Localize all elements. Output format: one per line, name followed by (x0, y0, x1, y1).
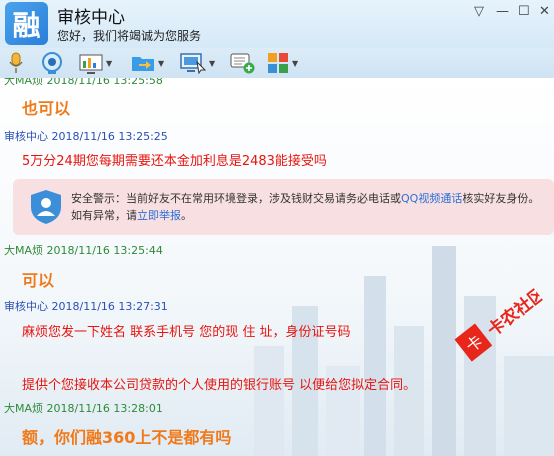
chevron-down-icon[interactable]: ▼ (158, 59, 164, 68)
message-header: 审核中心 2018/11/16 13:27:31 (4, 298, 168, 314)
sender-name: 大MA烦 (4, 244, 44, 257)
chat-history[interactable]: 大MA烦 2018/11/16 13:25:58 也可以 审核中心 2018/1… (0, 78, 554, 456)
screen-share-icon (79, 54, 103, 74)
warning-text: 安全警示：当前好友不在常用环境登录，涉及钱财交易请务必电话或QQ视频通话核实好友… (71, 192, 540, 222)
file-transfer-button[interactable]: ▼ (131, 52, 164, 74)
message-time: 2018/11/16 13:27:31 (51, 300, 168, 313)
screen-share-button[interactable]: ▼ (79, 52, 112, 74)
message-text: 提供个您接收本公司贷款的个人使用的银行账号 以便给您拟定合同。 (22, 378, 417, 393)
message-text: 也可以 (22, 99, 71, 118)
apps-icon (268, 53, 288, 73)
webcam-icon (42, 52, 62, 74)
toolbar: ▼ ▼ ▼ ▼ (0, 48, 554, 78)
video-call-link[interactable]: QQ视频通话 (401, 192, 462, 205)
chevron-down-icon[interactable]: ▼ (209, 59, 215, 68)
file-transfer-icon (132, 57, 154, 71)
message-text: 额，你们融360上不是都有吗 (22, 428, 232, 447)
sender-name: 审核中心 (4, 130, 48, 143)
new-chat-icon (230, 53, 255, 74)
message-text: 5万分24期您每期需要还本金加利息是2483能接受吗 (22, 154, 327, 169)
close-icon[interactable]: ✕ (539, 4, 550, 19)
message-header: 大MA烦 2018/11/16 13:25:44 (4, 242, 163, 258)
message-header: 审核中心 2018/11/16 13:25:25 (4, 128, 168, 144)
message-text: 麻烦您发一下姓名 联系手机号 您的现 住 址，身份证号码 (22, 325, 351, 340)
new-chat-button[interactable] (230, 52, 256, 74)
shield-icon (31, 190, 61, 224)
dropdown-icon[interactable]: ▽ (474, 4, 484, 19)
report-link[interactable]: 立即举报 (137, 209, 181, 222)
message-header: 大MA烦 2018/11/16 13:25:58 (4, 78, 163, 88)
microphone-icon (9, 52, 23, 73)
voice-call-button[interactable] (8, 52, 24, 74)
video-call-button[interactable] (40, 52, 64, 74)
message-time: 2018/11/16 13:25:25 (51, 130, 168, 143)
remote-desktop-button[interactable]: ▼ (180, 52, 215, 74)
app-logo: 融 (5, 2, 48, 45)
minimize-icon[interactable]: — (496, 4, 509, 19)
message-header: 大MA烦 2018/11/16 13:28:01 (4, 400, 163, 416)
apps-button[interactable]: ▼ (267, 52, 298, 74)
window-subtitle: 您好，我们将竭诚为您服务 (57, 29, 202, 43)
sender-name: 大MA烦 (4, 402, 44, 415)
message-time: 2018/11/16 13:25:58 (46, 78, 163, 87)
security-warning: 安全警示：当前好友不在常用环境登录，涉及钱财交易请务必电话或QQ视频通话核实好友… (13, 179, 554, 235)
window-title: 审核中心 (57, 8, 125, 28)
chevron-down-icon[interactable]: ▼ (292, 59, 298, 68)
sender-name: 大MA烦 (4, 78, 44, 87)
message-text: 可以 (22, 271, 55, 290)
remote-desktop-icon (180, 53, 206, 74)
background-skyline (254, 246, 554, 456)
maximize-icon[interactable]: ☐ (518, 4, 530, 19)
sender-name: 审核中心 (4, 300, 48, 313)
message-time: 2018/11/16 13:28:01 (46, 402, 163, 415)
chevron-down-icon[interactable]: ▼ (106, 59, 112, 68)
title-bar: 融 审核中心 您好，我们将竭诚为您服务 ▽ — ☐ ✕ (0, 0, 554, 48)
message-time: 2018/11/16 13:25:44 (46, 244, 163, 257)
